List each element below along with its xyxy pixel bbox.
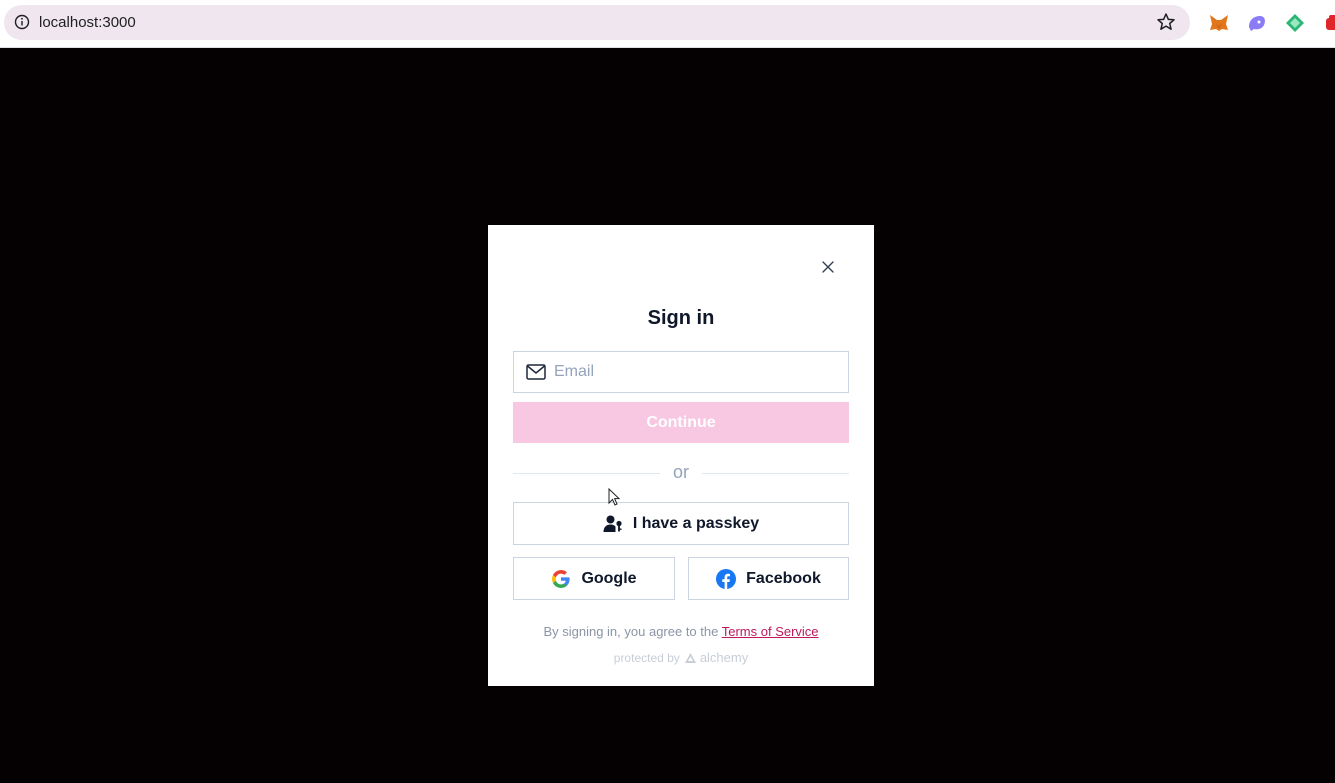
google-icon [552, 569, 571, 588]
divider-line-right [702, 473, 849, 474]
terms-notice: By signing in, you agree to the Terms of… [488, 624, 874, 639]
green-diamond-icon[interactable] [1284, 12, 1306, 34]
red-extension-icon[interactable] [1322, 12, 1335, 34]
passkey-button[interactable]: I have a passkey [513, 502, 849, 545]
terms-of-service-link[interactable]: Terms of Service [722, 624, 819, 639]
alchemy-brand-name: alchemy [699, 650, 749, 665]
alchemy-logo-icon [684, 652, 696, 663]
purple-wallet-icon[interactable] [1246, 12, 1268, 34]
protected-by-text: protected by [613, 650, 680, 665]
email-input[interactable] [554, 352, 834, 392]
close-button[interactable] [819, 258, 837, 276]
google-label: Google [581, 569, 637, 587]
terms-prefix: By signing in, you agree to the [543, 624, 722, 639]
google-button[interactable]: Google [513, 557, 675, 600]
mail-icon [526, 364, 546, 380]
url-text[interactable]: localhost:3000 [39, 14, 136, 31]
continue-button[interactable]: Continue [513, 402, 849, 443]
divider-or: or [672, 462, 689, 482]
passkey-label: I have a passkey [632, 514, 760, 532]
facebook-icon [716, 568, 737, 589]
email-field[interactable] [513, 351, 849, 393]
protected-by: protected by alchemy [488, 650, 874, 665]
facebook-label: Facebook [746, 569, 821, 587]
divider-line-left [513, 473, 660, 474]
metamask-fox-icon[interactable] [1208, 12, 1230, 34]
info-icon[interactable] [14, 14, 30, 30]
user-key-icon [603, 515, 622, 532]
sign-in-modal: Sign in Continue or I have a passkey Goo… [488, 225, 874, 686]
browser-toolbar: localhost:3000 [0, 0, 1335, 48]
close-icon [822, 261, 834, 273]
facebook-button[interactable]: Facebook [688, 557, 849, 600]
mouse-pointer-icon [608, 488, 620, 506]
address-bar[interactable]: localhost:3000 [4, 5, 1190, 40]
page-title: Sign in [647, 307, 715, 329]
alchemy-logo: alchemy [684, 650, 748, 665]
bookmark-star-icon[interactable] [1156, 12, 1176, 32]
